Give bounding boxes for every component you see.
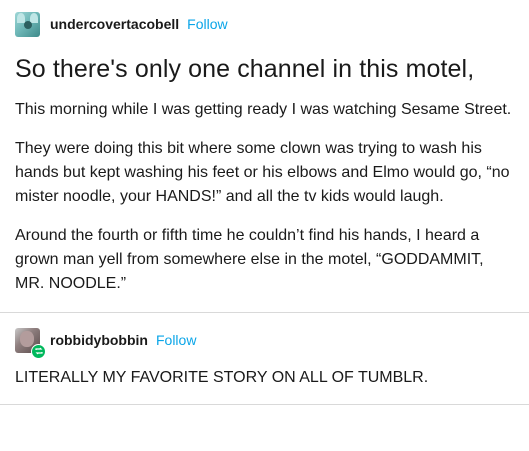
original-post: undercovertacobell Follow So there's onl… [0, 11, 529, 296]
reblog-icon [31, 343, 46, 359]
post-body: This morning while I was getting ready I… [15, 98, 514, 296]
avatar-face [24, 20, 32, 29]
post-header: undercovertacobell Follow [15, 11, 514, 37]
avatar-face [20, 330, 34, 347]
username[interactable]: undercovertacobell [50, 16, 179, 32]
reblog-comment: LITERALLY MY FAVORITE STORY ON ALL OF TU… [15, 369, 429, 386]
avatar-ear [17, 12, 25, 23]
reblog-header: robbidybobbin Follow [15, 327, 514, 359]
divider [0, 404, 529, 405]
post-title: So there's only one channel in this mote… [15, 55, 475, 83]
post-paragraph: They were doing this bit where some clow… [15, 140, 510, 205]
avatar[interactable] [15, 327, 46, 359]
username[interactable]: robbidybobbin [50, 332, 148, 348]
post-paragraph: This morning while I was getting ready I… [15, 101, 512, 118]
follow-button[interactable]: Follow [187, 16, 227, 32]
avatar-ear [30, 12, 38, 23]
avatar[interactable] [15, 11, 40, 37]
reblog-entry: robbidybobbin Follow LITERALLY MY FAVORI… [0, 327, 529, 390]
divider [0, 312, 529, 313]
follow-button[interactable]: Follow [156, 332, 196, 348]
post-paragraph: Around the fourth or fifth time he could… [15, 227, 484, 292]
